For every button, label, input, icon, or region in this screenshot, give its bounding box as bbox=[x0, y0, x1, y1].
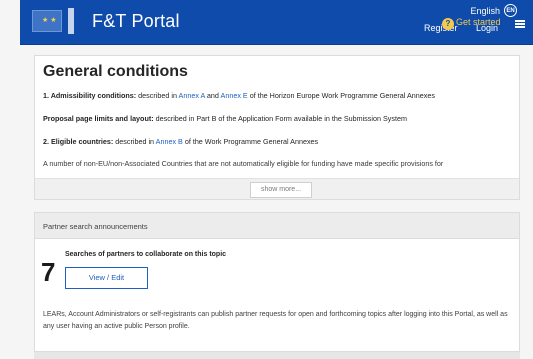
page-limits-label: Proposal page limits and layout: bbox=[43, 114, 154, 123]
auth-links: Register ? Get started Login bbox=[424, 17, 514, 35]
language-label: English bbox=[470, 5, 500, 16]
non-eu-text: A number of non-EU/non-Associated Countr… bbox=[43, 159, 444, 168]
partner-search-header: Partner search announcements bbox=[35, 213, 519, 239]
eu-flag-icon: ★ ★ bbox=[32, 10, 62, 32]
admissibility-post: of the Horizon Europe Work Programme Gen… bbox=[247, 91, 435, 100]
login-link[interactable]: Login bbox=[476, 23, 498, 33]
eligible-post: of the Work Programme General Annexes bbox=[182, 137, 319, 146]
admissibility-line: 1. Admissibility conditions: described i… bbox=[43, 91, 435, 100]
admissibility-and: and bbox=[204, 91, 221, 100]
annex-e-link[interactable]: Annex E bbox=[221, 91, 248, 100]
top-header: ★ ★ F&T Portal English EN Register ? Get… bbox=[20, 0, 533, 45]
annex-a-link[interactable]: Annex A bbox=[179, 91, 205, 100]
partner-search-section: Partner search announcements 7 Searches … bbox=[34, 212, 520, 352]
show-more-bar: show more... bbox=[35, 178, 519, 199]
show-more-button[interactable]: show more... bbox=[250, 182, 312, 198]
eligible-countries-line: 2. Eligible countries: described in Anne… bbox=[43, 137, 318, 146]
partner-search-count: 7 bbox=[41, 257, 56, 287]
help-icon[interactable]: ? bbox=[442, 18, 454, 30]
eligible-label: 2. Eligible countries: bbox=[43, 137, 114, 146]
page-limits-text: described in Part B of the Application F… bbox=[153, 114, 407, 123]
next-section-edge bbox=[34, 352, 520, 359]
admissibility-label: 1. Admissibility conditions: bbox=[43, 91, 137, 100]
language-badge-icon: EN bbox=[504, 4, 517, 17]
eligible-pre: described in bbox=[113, 137, 156, 146]
annex-b-link[interactable]: Annex B bbox=[156, 137, 183, 146]
admissibility-pre: described in bbox=[136, 91, 179, 100]
view-edit-button[interactable]: View / Edit bbox=[65, 267, 148, 289]
general-conditions-section: General conditions 1. Admissibility cond… bbox=[34, 55, 520, 200]
logo-bar bbox=[68, 8, 74, 34]
language-selector[interactable]: English EN bbox=[470, 4, 517, 17]
eu-logo[interactable]: ★ ★ bbox=[32, 8, 76, 36]
searches-label: Searches of partners to collaborate on t… bbox=[65, 251, 227, 258]
hamburger-menu-icon[interactable] bbox=[515, 20, 525, 28]
partner-search-title: Partner search announcements bbox=[43, 222, 148, 231]
partner-search-description: LEARs, Account Administrators or self-re… bbox=[43, 311, 508, 330]
portal-title[interactable]: F&T Portal bbox=[92, 11, 180, 32]
page-limits-line: Proposal page limits and layout: describ… bbox=[43, 114, 407, 123]
section-title: General conditions bbox=[43, 63, 188, 80]
